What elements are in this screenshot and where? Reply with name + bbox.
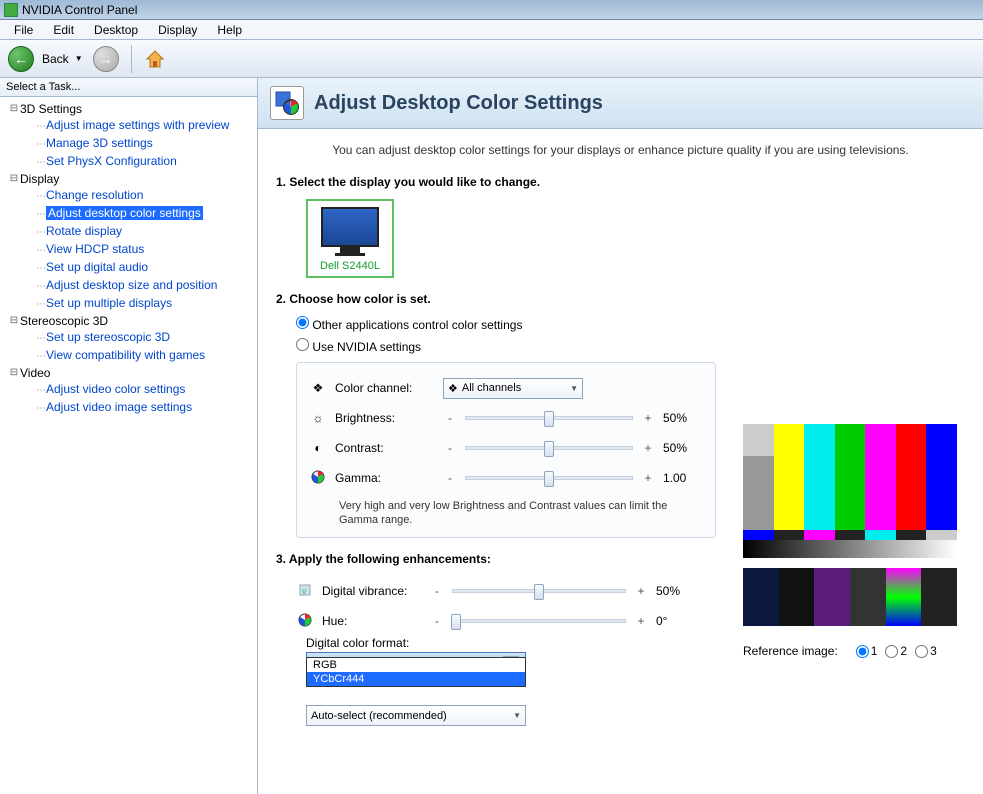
tree-item[interactable]: View HDCP status bbox=[46, 242, 144, 256]
tree-item[interactable]: Rotate display bbox=[46, 224, 122, 238]
gamma-hint: Very high and very low Brightness and Co… bbox=[339, 499, 703, 527]
menu-file[interactable]: File bbox=[4, 21, 43, 39]
tree-group[interactable]: Video bbox=[20, 365, 50, 381]
title-bar: NVIDIA Control Panel bbox=[0, 0, 983, 20]
toolbar: ← Back ▼ → bbox=[0, 40, 983, 78]
hue-label: Hue: bbox=[322, 614, 422, 628]
svg-text:v: v bbox=[302, 586, 307, 596]
menu-bar: File Edit Desktop Display Help bbox=[0, 20, 983, 40]
page-header: Adjust Desktop Color Settings bbox=[258, 78, 983, 129]
digital-vibrance-value: 50% bbox=[656, 584, 696, 598]
color-channel-icon: ❖ bbox=[309, 381, 327, 395]
reference-image-label: Reference image: bbox=[743, 644, 838, 658]
dcf-option-rgb[interactable]: RGB bbox=[307, 658, 525, 672]
toolbar-separator bbox=[131, 45, 132, 73]
contrast-slider[interactable] bbox=[465, 446, 633, 450]
brightness-label: Brightness: bbox=[335, 411, 435, 425]
menu-help[interactable]: Help bbox=[207, 21, 252, 39]
tree-item[interactable]: Set PhysX Configuration bbox=[46, 154, 177, 168]
tree-item[interactable]: Adjust image settings with preview bbox=[46, 118, 229, 132]
tree-twisty-icon[interactable]: ⊟ bbox=[8, 365, 20, 381]
hue-icon bbox=[296, 613, 314, 630]
contrast-value: 50% bbox=[663, 441, 703, 455]
hue-value: 0° bbox=[656, 614, 696, 628]
page-icon bbox=[270, 86, 304, 120]
tree-item[interactable]: Set up multiple displays bbox=[46, 296, 172, 310]
menu-display[interactable]: Display bbox=[148, 21, 207, 39]
tree-item[interactable]: Adjust video image settings bbox=[46, 400, 192, 414]
tree-twisty-icon[interactable]: ⊟ bbox=[8, 101, 20, 117]
tree-item[interactable]: View compatibility with games bbox=[46, 348, 205, 362]
colorbar-row1 bbox=[743, 424, 957, 456]
ref-radio-3[interactable]: 3 bbox=[915, 644, 937, 658]
step2-title: 2. Choose how color is set. bbox=[276, 292, 965, 306]
tree-item[interactable]: Manage 3D settings bbox=[46, 136, 153, 150]
monitor-icon bbox=[321, 207, 379, 247]
back-dropdown-icon[interactable]: ▼ bbox=[75, 54, 83, 63]
tree-item[interactable]: Adjust desktop color settings bbox=[46, 206, 203, 220]
page-description: You can adjust desktop color settings fo… bbox=[258, 129, 983, 175]
gamma-label: Gamma: bbox=[335, 471, 435, 485]
brightness-icon: ☼ bbox=[309, 411, 327, 425]
menu-desktop[interactable]: Desktop bbox=[84, 21, 148, 39]
tree-item[interactable]: Set up digital audio bbox=[46, 260, 148, 274]
sidebar: Select a Task... ⊟3D SettingsAdjust imag… bbox=[0, 78, 258, 794]
digital-vibrance-label: Digital vibrance: bbox=[322, 584, 422, 598]
dcf-option-ycbcr444[interactable]: YCbCr444 bbox=[307, 672, 525, 686]
tree-twisty-icon[interactable]: ⊟ bbox=[8, 313, 20, 329]
nvidia-icon bbox=[4, 3, 18, 17]
back-label[interactable]: Back bbox=[42, 52, 69, 66]
back-button[interactable]: ← bbox=[8, 46, 34, 72]
digital-vibrance-icon: v bbox=[296, 583, 314, 600]
content-type-dropdown[interactable]: Auto-select (recommended)▼ bbox=[306, 705, 526, 726]
radio-other-apps[interactable]: Other applications control color setting… bbox=[296, 316, 965, 332]
contrast-label: Contrast: bbox=[335, 441, 435, 455]
gamma-value: 1.00 bbox=[663, 471, 703, 485]
contrast-icon: ◐ bbox=[309, 441, 327, 455]
step1-title: 1. Select the display you would like to … bbox=[276, 175, 965, 189]
tree-group[interactable]: Display bbox=[20, 171, 59, 187]
ref-radio-2[interactable]: 2 bbox=[885, 644, 907, 658]
tree-group[interactable]: Stereoscopic 3D bbox=[20, 313, 108, 329]
gradient-bar bbox=[743, 540, 957, 558]
tree-item[interactable]: Adjust video color settings bbox=[46, 382, 185, 396]
ref-radio-1[interactable]: 1 bbox=[856, 644, 878, 658]
colorbar-row3 bbox=[743, 530, 957, 540]
page-title: Adjust Desktop Color Settings bbox=[314, 92, 603, 115]
display-name: Dell S2440L bbox=[320, 260, 380, 272]
tree-group[interactable]: 3D Settings bbox=[20, 101, 82, 117]
forward-button[interactable]: → bbox=[93, 46, 119, 72]
tree-item[interactable]: Change resolution bbox=[46, 188, 143, 202]
task-tree: ⊟3D SettingsAdjust image settings with p… bbox=[0, 97, 257, 794]
window-title: NVIDIA Control Panel bbox=[22, 3, 137, 17]
gamma-slider[interactable] bbox=[465, 476, 633, 480]
colorbar-row2 bbox=[743, 456, 957, 530]
sidebar-header: Select a Task... bbox=[0, 78, 257, 97]
display-card[interactable]: Dell S2440L bbox=[306, 199, 394, 278]
tree-twisty-icon[interactable]: ⊟ bbox=[8, 171, 20, 187]
tree-item[interactable]: Set up stereoscopic 3D bbox=[46, 330, 170, 344]
color-group: ❖ Color channel: ❖All channels▼ ☼ Bright… bbox=[296, 362, 716, 538]
color-channel-dropdown[interactable]: ❖All channels▼ bbox=[443, 378, 583, 399]
tree-item[interactable]: Adjust desktop size and position bbox=[46, 278, 217, 292]
digital-vibrance-slider[interactable] bbox=[452, 589, 626, 593]
digital-color-format-popup: RGB YCbCr444 bbox=[306, 657, 526, 687]
hue-slider[interactable] bbox=[452, 619, 626, 623]
reference-preview: Reference image: 1 2 3 bbox=[743, 424, 957, 658]
checker-row bbox=[743, 568, 957, 626]
color-channel-label: Color channel: bbox=[335, 381, 435, 395]
gamma-icon bbox=[309, 470, 327, 487]
home-icon[interactable] bbox=[144, 48, 166, 70]
menu-edit[interactable]: Edit bbox=[43, 21, 84, 39]
brightness-value: 50% bbox=[663, 411, 703, 425]
brightness-slider[interactable] bbox=[465, 416, 633, 420]
radio-nvidia[interactable]: Use NVIDIA settings bbox=[296, 338, 965, 354]
